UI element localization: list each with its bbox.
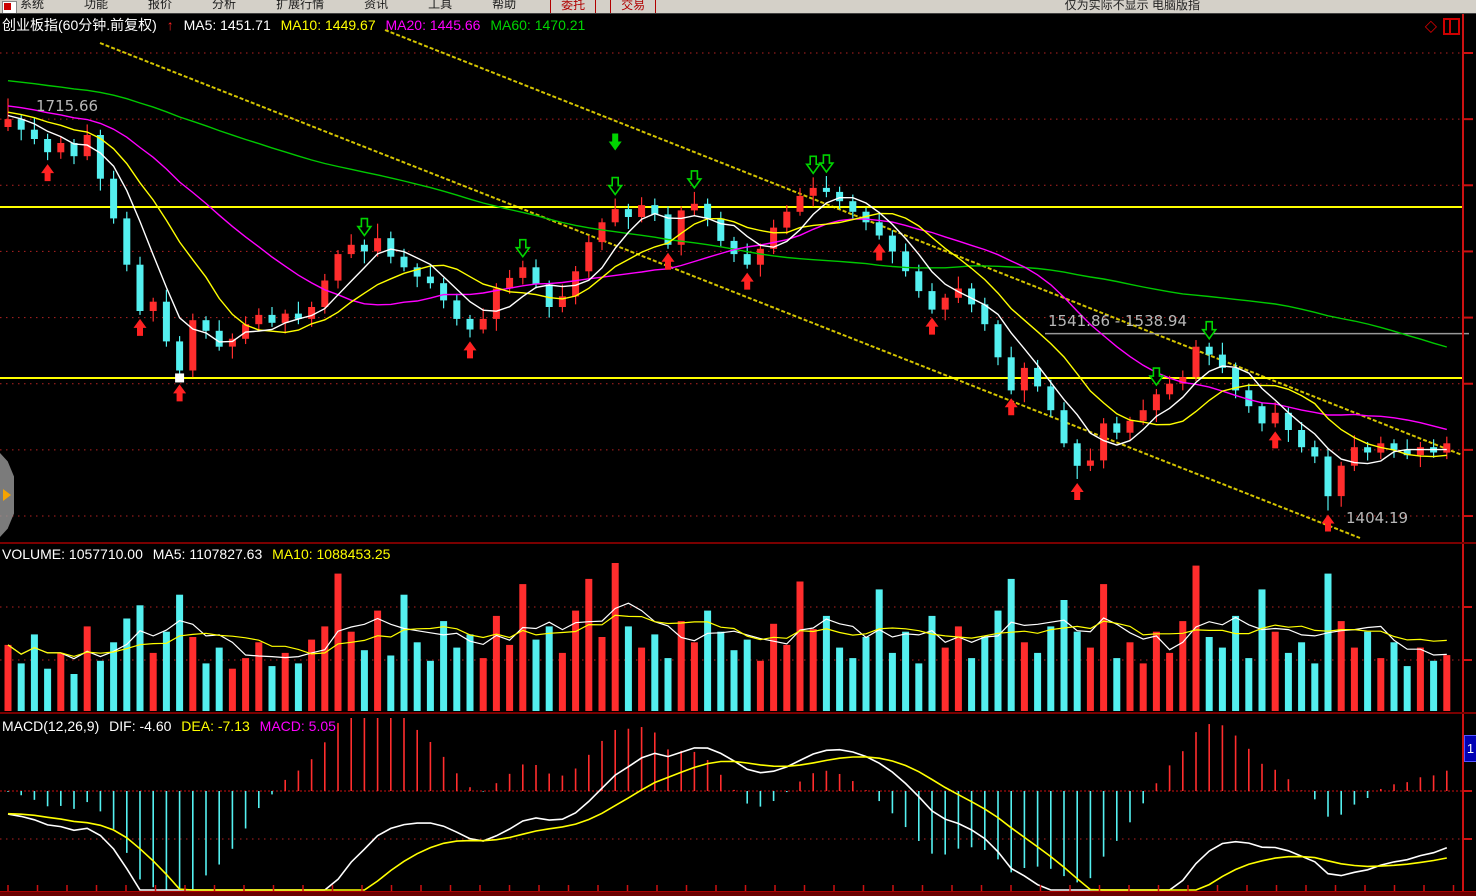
app-logo-icon — [2, 1, 17, 14]
volume-ma10-value: MA10: 1088453.25 — [272, 546, 390, 562]
volume-ma5-value: MA5: 1107827.63 — [153, 546, 263, 562]
svg-text:1404.19: 1404.19 — [1346, 509, 1408, 527]
macd-params: MACD(12,26,9) — [2, 718, 99, 734]
volume-value: VOLUME: 1057710.00 — [2, 546, 143, 562]
time-axis — [0, 891, 1476, 896]
chart-canvas[interactable]: 1715.66 1404.19 1541.86 - 1538.94 — [0, 14, 1476, 896]
svg-text:1715.66: 1715.66 — [36, 97, 98, 115]
dif-value: DIF: -4.60 — [109, 718, 171, 734]
macd-pane-header: MACD(12,26,9) DIF: -4.60 DEA: -7.13 MACD… — [2, 718, 342, 734]
menu-row: 系统功能报价分析扩展行情资讯工具帮助委托交易 — [0, 0, 1476, 14]
pane-separator[interactable] — [0, 542, 1476, 544]
menu-item-6[interactable]: 工具 — [408, 0, 472, 12]
menubar-right-text: 仅为实际不显示 电脑版指 — [1065, 0, 1200, 13]
menu-item-4[interactable]: 扩展行情 — [256, 0, 344, 12]
menu-item-3[interactable]: 分析 — [192, 0, 256, 12]
macd-value: MACD: 5.05 — [260, 718, 336, 734]
menu-item-2[interactable]: 报价 — [128, 0, 192, 12]
menubar: 系统功能报价分析扩展行情资讯工具帮助委托交易 仅为实际不显示 电脑版指 — [0, 0, 1476, 14]
menu-item-8[interactable]: 委托 — [550, 0, 596, 14]
expand-arrow-icon — [3, 489, 11, 501]
trading-app-window: 系统功能报价分析扩展行情资讯工具帮助委托交易 仅为实际不显示 电脑版指 创业板指… — [0, 0, 1476, 896]
volume-pane-header: VOLUME: 1057710.00 MA5: 1107827.63 MA10:… — [2, 546, 396, 562]
menu-item-1[interactable]: 功能 — [64, 0, 128, 12]
menu-item-9[interactable]: 交易 — [610, 0, 656, 14]
dea-value: DEA: -7.13 — [181, 718, 249, 734]
pane-separator[interactable] — [0, 712, 1476, 714]
page-indicator-badge[interactable]: 1 — [1464, 735, 1476, 762]
menu-item-5[interactable]: 资讯 — [344, 0, 408, 12]
svg-text:1541.86 - 1538.94: 1541.86 - 1538.94 — [1048, 312, 1187, 330]
menu-item-7[interactable]: 帮助 — [472, 0, 536, 12]
